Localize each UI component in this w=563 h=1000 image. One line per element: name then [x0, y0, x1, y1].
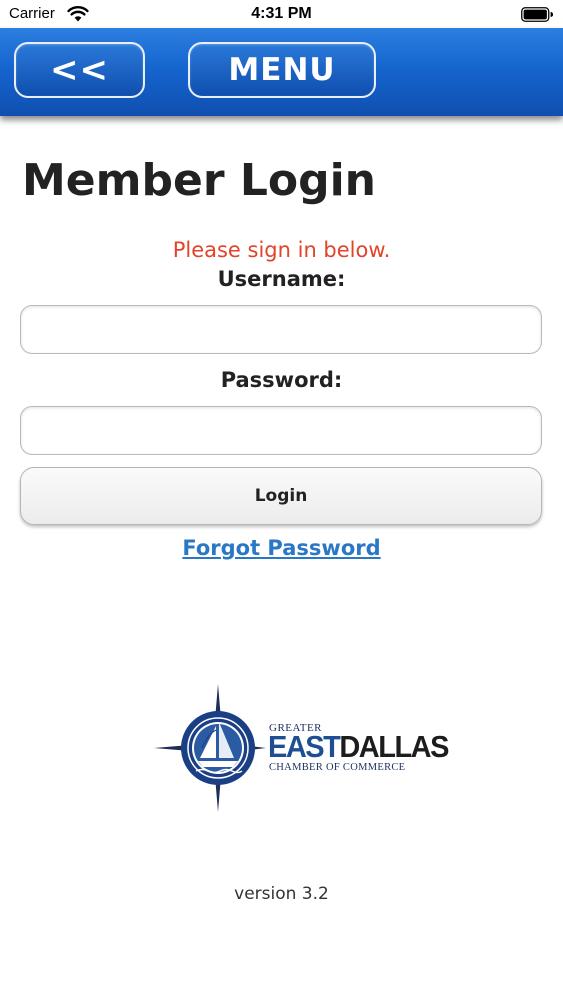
- username-input[interactable]: [20, 305, 542, 354]
- password-label: Password:: [220, 368, 343, 392]
- forgot-password-link[interactable]: Forgot Password: [0, 536, 563, 560]
- logo-dallas-word: DALLAS: [339, 731, 449, 765]
- password-input[interactable]: [20, 406, 542, 455]
- version-label: version 3.2: [234, 884, 329, 904]
- status-bar: Carrier 4:31 PM: [0, 0, 563, 28]
- logo-east-dallas-text: EASTDALLAS: [268, 731, 449, 766]
- username-label: Username:: [217, 267, 346, 291]
- menu-button[interactable]: MENU: [188, 42, 376, 98]
- login-button[interactable]: Login: [20, 467, 542, 525]
- east-dallas-chamber-logo: GREATER EASTDALLAS CHAMBER OF COMMERCE: [150, 682, 449, 814]
- battery-icon: [521, 7, 553, 22]
- logo-chamber-text: CHAMBER OF COMMERCE: [269, 762, 406, 773]
- logo-east-word: EAST: [268, 731, 341, 765]
- page-title: Member Login: [22, 155, 376, 206]
- back-button[interactable]: <<: [14, 42, 145, 98]
- app-header: << MENU: [0, 28, 563, 116]
- sign-in-message: Please sign in below.: [172, 238, 391, 262]
- status-time: 4:31 PM: [251, 5, 312, 22]
